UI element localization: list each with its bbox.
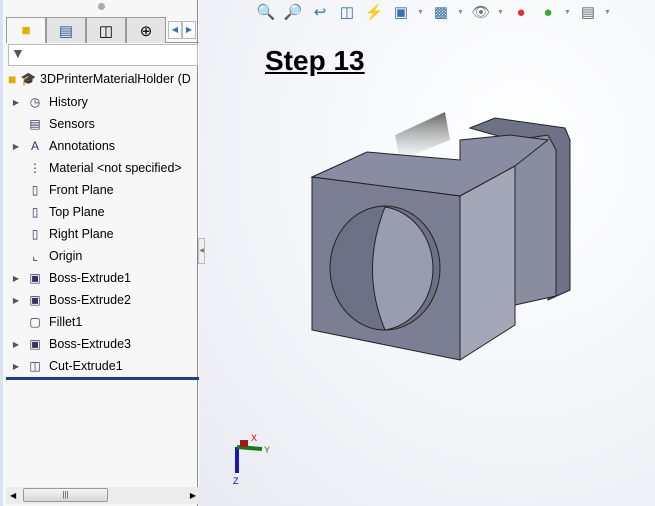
tree-item[interactable]: ▶ ▣ Boss-Extrude2 bbox=[6, 290, 131, 310]
sensors-icon: ▤ bbox=[29, 117, 41, 131]
tree-item[interactable]: ⋮ Material <not specified> bbox=[6, 158, 182, 178]
expand-arrow-icon[interactable]: ▶ bbox=[6, 340, 26, 349]
cut-extrude-icon: ◫ bbox=[29, 359, 41, 373]
right-face bbox=[459, 165, 516, 361]
tree-item-label: Sensors bbox=[49, 117, 95, 131]
expand-arrow-icon[interactable]: ▶ bbox=[6, 98, 26, 107]
tree-item-label: Boss-Extrude3 bbox=[49, 337, 131, 351]
feature-manager-panel: ■ ▤ ◫ ⊕ ◀ ▶ ▼ ■ 🎓 3DPrinterMaterialHolder… bbox=[0, 0, 200, 506]
tree-item-label: Cut-Extrude1 bbox=[49, 359, 123, 373]
tree-item[interactable]: ▶ ◷ History bbox=[6, 92, 88, 112]
zoom-to-fit-icon[interactable]: 🔍 bbox=[255, 1, 277, 23]
chevron-down-icon[interactable]: ▼ bbox=[564, 9, 572, 16]
tree-item[interactable]: ▢ Fillet1 bbox=[6, 312, 82, 332]
tree-item[interactable]: ⌞ Origin bbox=[6, 246, 82, 266]
horizontal-scrollbar[interactable]: ◀ ||| ▶ bbox=[6, 487, 200, 504]
tree-item[interactable]: ▯ Front Plane bbox=[6, 180, 114, 200]
tree-item[interactable]: ▤ Sensors bbox=[6, 114, 95, 134]
history-icon: ◷ bbox=[29, 95, 41, 109]
plane-icon: ▯ bbox=[31, 183, 39, 197]
heads-up-toolbar: 🔍 🔎 ↩ ◫ ⚡ ▣ ▼ ▩ ▼ 👁 ▼ ● ● ▼ ▤ ▼ bbox=[255, 0, 612, 24]
extrude-icon: ▣ bbox=[29, 271, 41, 285]
tree-item[interactable]: ▶ ◫ Cut-Extrude1 bbox=[6, 356, 123, 376]
tree-item-label: Front Plane bbox=[49, 183, 114, 197]
tree-item-label: Boss-Extrude2 bbox=[49, 293, 131, 307]
scroll-left-icon[interactable]: ◀ bbox=[10, 491, 16, 500]
dynamic-annotation-icon[interactable]: ⚡ bbox=[363, 1, 385, 23]
tree-item-label: Top Plane bbox=[49, 205, 105, 219]
section-view-icon[interactable]: ◫ bbox=[336, 1, 358, 23]
expand-arrow-icon[interactable]: ▶ bbox=[6, 362, 26, 371]
chevron-down-icon[interactable]: ▼ bbox=[497, 9, 505, 16]
tree-item-label: Right Plane bbox=[49, 227, 114, 241]
triad-y: Y bbox=[264, 445, 270, 455]
panel-collapse-handle[interactable]: ◀ bbox=[198, 238, 205, 264]
extrude-icon: ▣ bbox=[29, 337, 41, 351]
plane-icon: ▯ bbox=[31, 227, 39, 241]
eye-icon[interactable]: 👁 bbox=[470, 1, 492, 23]
expand-arrow-icon[interactable]: ▶ bbox=[6, 274, 26, 283]
chevron-down-icon[interactable]: ▼ bbox=[604, 9, 612, 16]
scroll-thumb[interactable]: ||| bbox=[23, 488, 108, 502]
tree-item-label: Origin bbox=[49, 249, 83, 263]
chevron-down-icon[interactable]: ▼ bbox=[457, 9, 465, 16]
scroll-right-icon[interactable]: ▶ bbox=[190, 491, 196, 500]
tree-item-label: Material <not specified> bbox=[49, 161, 182, 175]
apply-scene-icon[interactable]: ● bbox=[537, 1, 559, 23]
extrude-icon: ▣ bbox=[29, 293, 41, 307]
annotations-icon: A bbox=[30, 139, 39, 153]
tree-item[interactable]: ▯ Right Plane bbox=[6, 224, 114, 244]
fillet-icon: ▢ bbox=[29, 315, 41, 329]
tree-item-label: Annotations bbox=[49, 139, 116, 153]
shadow bbox=[395, 112, 450, 160]
chevron-down-icon[interactable]: ▼ bbox=[417, 9, 425, 16]
tree-item[interactable]: ▯ Top Plane bbox=[6, 202, 105, 222]
rollback-bar[interactable] bbox=[6, 377, 200, 380]
tree-item[interactable]: ▶ A Annotations bbox=[6, 136, 115, 156]
zoom-to-area-icon[interactable]: 🔎 bbox=[282, 1, 304, 23]
monitor-icon[interactable]: ▤ bbox=[577, 1, 599, 23]
view-orientation-icon[interactable]: ▣ bbox=[390, 1, 412, 23]
tree-item-label: Boss-Extrude1 bbox=[49, 271, 131, 285]
tree-item-label: History bbox=[49, 95, 88, 109]
origin-icon: ⌞ bbox=[32, 249, 38, 263]
edit-appearance-icon[interactable]: ● bbox=[510, 1, 532, 23]
material-icon: ⋮ bbox=[29, 161, 41, 175]
plane-icon: ▯ bbox=[31, 205, 39, 219]
feature-tree: ▶ ◷ History ▤ Sensors ▶ A Annotations ⋮ Material … bbox=[6, 0, 200, 380]
display-style-icon[interactable]: ▩ bbox=[430, 1, 452, 23]
triad-z: Z bbox=[233, 476, 239, 486]
expand-arrow-icon[interactable]: ▶ bbox=[6, 296, 26, 305]
triad: X Y Z bbox=[233, 433, 270, 486]
tree-item[interactable]: ▶ ▣ Boss-Extrude1 bbox=[6, 268, 131, 288]
tree-item[interactable]: ▶ ▣ Boss-Extrude3 bbox=[6, 334, 131, 354]
expand-arrow-icon[interactable]: ▶ bbox=[6, 142, 26, 151]
previous-view-icon[interactable]: ↩ bbox=[309, 1, 331, 23]
triad-x: X bbox=[251, 433, 257, 443]
tree-item-label: Fillet1 bbox=[49, 315, 83, 329]
step-title: Step 13 bbox=[265, 45, 365, 76]
